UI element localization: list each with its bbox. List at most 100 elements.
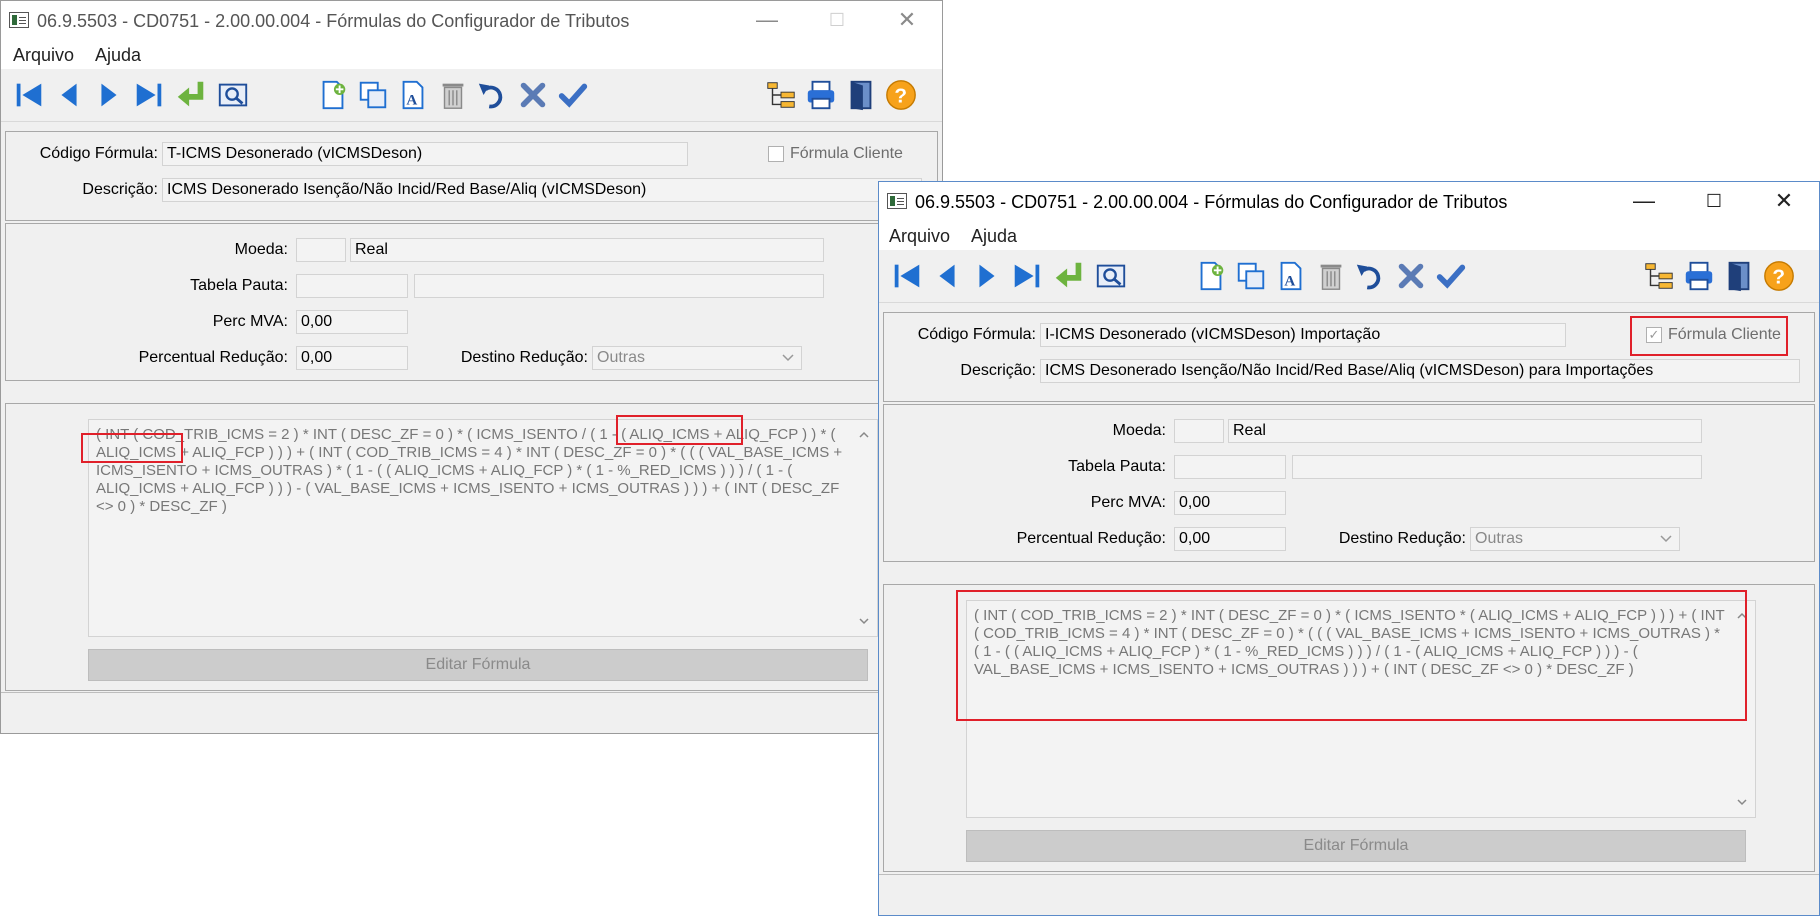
highlight-box-2 <box>81 433 183 463</box>
perc-mva-field[interactable]: 0,00 <box>1174 491 1286 515</box>
moeda-code-field[interactable] <box>296 238 346 262</box>
destino-reducao-value: Outras <box>1475 530 1524 547</box>
tabela-pauta-label: Tabela Pauta: <box>1068 458 1166 475</box>
exit-icon[interactable] <box>843 77 879 113</box>
previous-record-icon[interactable] <box>929 258 965 294</box>
tabela-pauta-label: Tabela Pauta: <box>190 277 288 294</box>
tabela-pauta-code-field[interactable] <box>1174 455 1286 479</box>
app-icon <box>9 12 29 28</box>
new-record-icon[interactable] <box>315 77 351 113</box>
status-bar <box>1 692 942 733</box>
menu-arquivo[interactable]: Arquivo <box>889 222 950 250</box>
print-icon[interactable] <box>803 77 839 113</box>
help-icon[interactable]: ? <box>883 77 919 113</box>
title-bar[interactable]: 06.9.5503 - CD0751 - 2.00.00.004 - Fórmu… <box>879 182 1819 222</box>
delete-record-icon[interactable] <box>435 77 471 113</box>
moeda-label: Moeda: <box>234 241 288 258</box>
copy-record-icon[interactable] <box>1233 258 1269 294</box>
menu-ajuda[interactable]: Ajuda <box>971 222 1017 250</box>
destino-reducao-select[interactable]: Outras <box>592 346 802 370</box>
copy-record-icon[interactable] <box>355 77 391 113</box>
percentual-reducao-label: Percentual Redução: <box>138 349 288 366</box>
go-to-icon[interactable] <box>173 77 209 113</box>
codigo-formula-label: Código Fórmula: <box>39 145 158 162</box>
title-bar[interactable]: 06.9.5503 - CD0751 - 2.00.00.004 - Fórmu… <box>1 1 942 41</box>
edit-record-icon[interactable]: A <box>1273 258 1309 294</box>
search-icon[interactable] <box>215 77 251 113</box>
formula-scrollbar[interactable] <box>851 420 877 636</box>
highlight-box-1 <box>616 415 743 445</box>
descricao-label: Descrição: <box>82 181 158 198</box>
help-icon[interactable]: ? <box>1761 258 1797 294</box>
go-to-icon[interactable] <box>1051 258 1087 294</box>
menu-bar: Arquivo Ajuda <box>1 41 942 69</box>
close-button[interactable]: ✕ <box>1749 182 1819 222</box>
window-front: 06.9.5503 - CD0751 - 2.00.00.004 - Fórmu… <box>878 181 1820 916</box>
menu-ajuda[interactable]: Ajuda <box>95 41 141 69</box>
svg-text:?: ? <box>1772 266 1785 289</box>
formula-textarea[interactable]: ( INT ( COD_TRIB_ICMS = 2 ) * INT ( DESC… <box>88 419 878 637</box>
svg-text:A: A <box>1284 273 1295 289</box>
codigo-formula-field[interactable]: I-ICMS Desonerado (vICMSDeson) Importaçã… <box>1040 323 1566 347</box>
first-record-icon[interactable] <box>11 77 47 113</box>
last-record-icon[interactable] <box>131 77 167 113</box>
parameters-panel: Moeda: Real Tabela Pauta: Perc MVA: 0,00… <box>5 223 938 381</box>
undo-icon[interactable] <box>475 77 511 113</box>
menu-arquivo[interactable]: Arquivo <box>13 41 74 69</box>
perc-mva-field[interactable]: 0,00 <box>296 310 408 334</box>
scroll-up-icon[interactable] <box>859 430 869 440</box>
tree-icon[interactable] <box>763 77 799 113</box>
search-icon[interactable] <box>1093 258 1129 294</box>
moeda-name-field: Real <box>350 238 824 262</box>
codigo-formula-field[interactable]: T-ICMS Desonerado (vICMSDeson) <box>162 142 688 166</box>
perc-mva-label: Perc MVA: <box>1090 494 1166 511</box>
tabela-pauta-code-field[interactable] <box>296 274 408 298</box>
descricao-field[interactable]: ICMS Desonerado Isenção/Não Incid/Red Ba… <box>1040 359 1800 383</box>
destino-reducao-select[interactable]: Outras <box>1470 527 1680 551</box>
print-icon[interactable] <box>1681 258 1717 294</box>
undo-icon[interactable] <box>1353 258 1389 294</box>
exit-icon[interactable] <box>1721 258 1757 294</box>
next-record-icon[interactable] <box>969 258 1005 294</box>
editar-formula-button[interactable]: Editar Fórmula <box>88 649 868 681</box>
new-record-icon[interactable] <box>1193 258 1229 294</box>
app-icon <box>887 193 907 209</box>
percentual-reducao-field[interactable]: 0,00 <box>296 346 408 370</box>
highlight-box-formula <box>956 590 1747 721</box>
toolbar: A? <box>1 69 942 122</box>
percentual-reducao-field[interactable]: 0,00 <box>1174 527 1286 551</box>
window-title: 06.9.5503 - CD0751 - 2.00.00.004 - Fórmu… <box>37 11 630 31</box>
edit-record-icon[interactable]: A <box>395 77 431 113</box>
delete-record-icon[interactable] <box>1313 258 1349 294</box>
minimize-button[interactable]: — <box>732 1 802 41</box>
moeda-name-field: Real <box>1228 419 1702 443</box>
destino-reducao-label: Destino Redução: <box>460 349 588 366</box>
moeda-label: Moeda: <box>1112 422 1166 439</box>
confirm-icon[interactable] <box>1433 258 1469 294</box>
cancel-icon[interactable] <box>1393 258 1429 294</box>
window-title: 06.9.5503 - CD0751 - 2.00.00.004 - Fórmu… <box>915 192 1508 212</box>
destino-reducao-label: Destino Redução: <box>1338 530 1466 547</box>
scroll-down-icon[interactable] <box>1737 797 1747 807</box>
confirm-icon[interactable] <box>555 77 591 113</box>
perc-mva-label: Perc MVA: <box>212 313 288 330</box>
descricao-field[interactable]: ICMS Desonerado Isenção/Não Incid/Red Ba… <box>162 178 922 202</box>
previous-record-icon[interactable] <box>51 77 87 113</box>
svg-text:?: ? <box>894 85 907 108</box>
first-record-icon[interactable] <box>889 258 925 294</box>
tree-icon[interactable] <box>1641 258 1677 294</box>
moeda-code-field[interactable] <box>1174 419 1224 443</box>
editar-formula-button[interactable]: Editar Fórmula <box>966 830 1746 862</box>
scroll-down-icon[interactable] <box>859 616 869 626</box>
close-button[interactable]: ✕ <box>872 1 942 41</box>
next-record-icon[interactable] <box>91 77 127 113</box>
maximize-button[interactable]: ☐ <box>1679 182 1749 222</box>
header-panel: Código Fórmula: T-ICMS Desonerado (vICMS… <box>5 131 938 221</box>
minimize-button[interactable]: — <box>1609 182 1679 222</box>
formula-cliente-checkbox[interactable] <box>768 146 784 162</box>
percentual-reducao-label: Percentual Redução: <box>1016 530 1166 547</box>
cancel-icon[interactable] <box>515 77 551 113</box>
last-record-icon[interactable] <box>1009 258 1045 294</box>
maximize-button[interactable]: ☐ <box>802 1 872 41</box>
destino-reducao-value: Outras <box>597 349 646 366</box>
